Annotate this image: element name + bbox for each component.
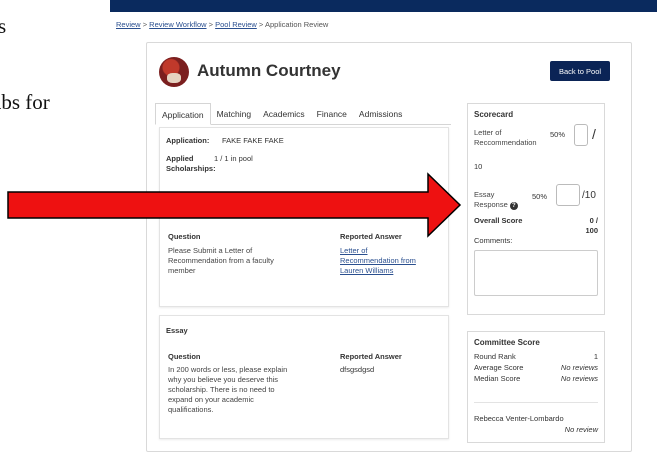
- essay-weight: 50%: [532, 192, 548, 201]
- comments-label: Comments:: [474, 236, 513, 245]
- question-text: Please Submit a Letter of Recommendation…: [168, 246, 274, 275]
- average-score-value: No reviews: [560, 363, 598, 372]
- applied-label-line1: Applied: [166, 154, 194, 163]
- red-arrow-shape: [7, 172, 462, 238]
- overall-score-value-1: 0 /: [589, 216, 598, 225]
- application-label: Application:: [166, 136, 210, 145]
- rec-score-input[interactable]: [574, 124, 588, 146]
- essay-score-label: Essay Response ?: [474, 190, 518, 210]
- round-rank-label: Round Rank: [474, 352, 516, 361]
- essay-card: Essay Question Reported Answer In 200 wo…: [159, 315, 449, 439]
- red-arrow-annotation-icon: [7, 172, 462, 238]
- breadcrumb: Review > Review Workflow > Pool Review >…: [116, 20, 328, 29]
- breadcrumb-separator: >: [208, 20, 214, 29]
- application-value: FAKE FAKE FAKE: [222, 136, 284, 145]
- back-to-pool-button[interactable]: Back to Pool: [550, 61, 610, 81]
- committee-score-panel: Committee Score Round Rank 1 Average Sco…: [467, 331, 605, 443]
- review-panel: Autumn Courtney Back to Pool Application…: [146, 42, 632, 452]
- essay-max: /10: [582, 190, 596, 201]
- rec-label: Letter of Reccommendation: [474, 128, 537, 147]
- left-fragment-text-2: abs for: [0, 90, 50, 114]
- tab-matching[interactable]: Matching: [211, 103, 258, 124]
- essay-question-text: In 200 words or less, please explain why…: [168, 365, 288, 414]
- breadcrumb-separator: >: [258, 20, 264, 29]
- tab-bar: Application Matching Academics Finance A…: [155, 103, 451, 125]
- rec-max: 10: [474, 162, 483, 171]
- tab-finance[interactable]: Finance: [311, 103, 353, 124]
- rec-slash: /: [592, 126, 596, 142]
- divider: [474, 402, 598, 403]
- breadcrumb-review-workflow[interactable]: Review Workflow: [149, 20, 206, 29]
- applied-value: 1 / 1 in pool: [214, 154, 253, 163]
- rec-weight: 50%: [550, 130, 566, 139]
- applicant-name: Autumn Courtney: [197, 61, 341, 80]
- essay-answer: dfsgsdgsd: [340, 365, 375, 374]
- breadcrumb-review[interactable]: Review: [116, 20, 141, 29]
- median-score-value: No reviews: [560, 374, 598, 383]
- question-circle-icon[interactable]: ?: [509, 202, 518, 210]
- recommendation-letter-link[interactable]: Letter of Recommendation from Lauren Wil…: [340, 246, 416, 276]
- comments-input[interactable]: [474, 250, 598, 296]
- reviewer-status: No review: [564, 425, 598, 434]
- left-fragment-text-1: s: [0, 14, 7, 38]
- essay-question-header: Question: [168, 352, 201, 361]
- average-score-label: Average Score: [474, 363, 524, 372]
- scorecard-title: Scorecard: [474, 110, 514, 119]
- round-rank-value: 1: [593, 352, 598, 361]
- essay-score-input[interactable]: [556, 184, 580, 206]
- tab-application[interactable]: Application: [155, 103, 211, 125]
- breadcrumb-separator: >: [142, 20, 148, 29]
- tab-academics[interactable]: Academics: [257, 103, 311, 124]
- reviewer-name: Rebecca Venter-Lombardo: [474, 414, 564, 423]
- avatar: [159, 57, 189, 87]
- overall-score-value-2: 100: [585, 226, 598, 235]
- essay-answer-header: Reported Answer: [340, 352, 402, 361]
- essay-title: Essay: [166, 326, 188, 335]
- breadcrumb-application-review: Application Review: [264, 20, 329, 29]
- scorecard-panel: Scorecard Letter of Reccommendation 50% …: [467, 103, 605, 315]
- tab-admissions[interactable]: Admissions: [353, 103, 408, 124]
- breadcrumb-pool-review[interactable]: Pool Review: [215, 20, 257, 29]
- committee-title: Committee Score: [474, 338, 540, 347]
- median-score-label: Median Score: [474, 374, 521, 383]
- top-nav-bar: [110, 0, 657, 12]
- overall-score-label: Overall Score: [474, 216, 523, 225]
